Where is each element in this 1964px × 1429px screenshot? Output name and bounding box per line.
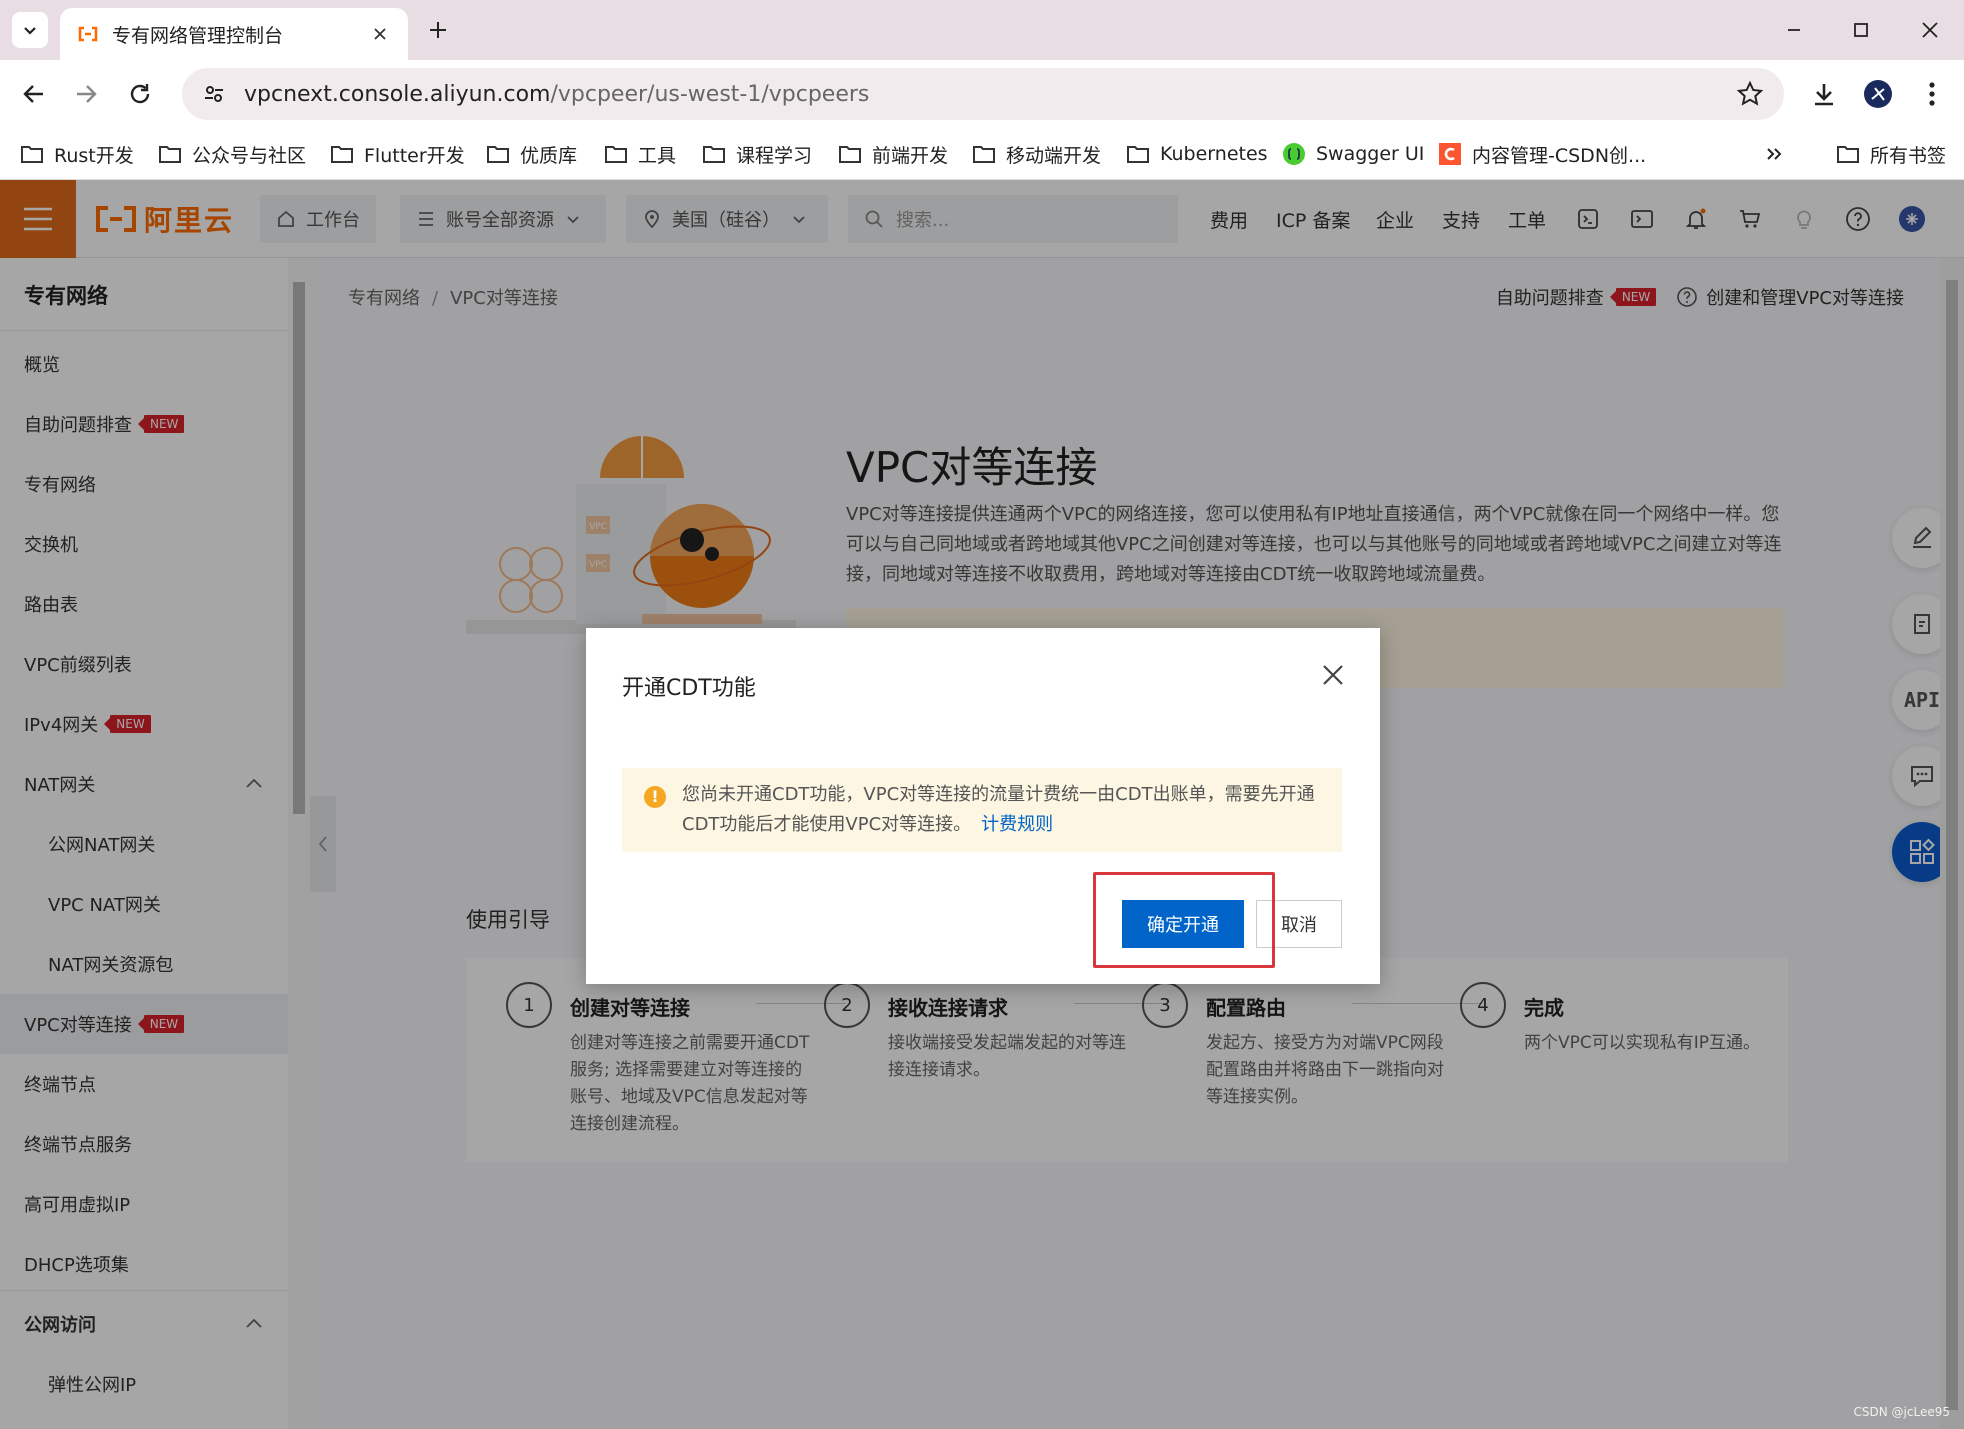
bookmark-csdn[interactable]: 内容管理-CSDN创... [1438,138,1646,170]
browser-tabstrip: 专有网络管理控制台 [0,0,1964,60]
all-bookmarks[interactable]: 所有书签 [1836,138,1946,170]
more-vertical-icon [1929,82,1935,106]
folder-icon [605,146,627,163]
maximize-button[interactable] [1845,14,1877,46]
plus-icon [430,22,446,38]
bookmarks-overflow[interactable] [1764,138,1794,170]
minimize-icon [1788,29,1800,31]
folder-icon [159,146,181,163]
folder-icon [331,146,353,163]
folder-icon [973,146,995,163]
bookmark-folder[interactable]: 移动端开发 [972,138,1101,170]
minimize-button[interactable] [1778,14,1810,46]
bookmark-swagger[interactable]: Swagger UI [1282,138,1424,170]
bookmark-folder[interactable]: 优质库 [486,138,577,170]
bookmark-star-icon[interactable] [1736,80,1764,108]
close-window-button[interactable] [1914,14,1946,46]
chevron-down-icon [24,27,36,35]
double-chevron-right-icon [1767,148,1782,160]
bookmark-folder[interactable]: Kubernetes [1126,138,1268,170]
close-icon [1323,665,1343,685]
downloads-button[interactable] [1806,76,1842,112]
tab-title: 专有网络管理控制台 [112,24,284,47]
watermark: CSDN @jcLee95 [1853,1405,1950,1419]
folder-icon [1837,146,1859,163]
warning-icon: ! [644,786,666,808]
tab-close-icon[interactable] [368,22,392,46]
arrow-left-icon [23,85,43,103]
back-button[interactable] [16,76,52,112]
folder-icon [839,146,861,163]
url-text: vpcnext.console.aliyun.com/vpcpeer/us-we… [244,81,870,107]
annotation-highlight-box [1093,872,1275,968]
dialog-title: 开通CDT功能 [622,676,756,701]
bookmark-folder[interactable]: 课程学习 [702,138,812,170]
dialog-close-button[interactable] [1316,658,1350,692]
bookmark-folder[interactable]: 工具 [604,138,676,170]
bookmarks-bar: Rust开发 公众号与社区 Flutter开发 优质库 工具 课程学习 前端开发… [0,130,1964,180]
avatar-icon [1864,80,1892,108]
folder-icon [21,146,43,163]
reload-button[interactable] [122,76,158,112]
folder-icon [703,146,725,163]
swagger-icon [1283,143,1305,165]
profile-avatar[interactable] [1860,76,1896,112]
browser-toolbar: vpcnext.console.aliyun.com/vpcpeer/us-we… [0,60,1964,130]
bookmark-folder[interactable]: 公众号与社区 [158,138,306,170]
bookmark-folder[interactable]: Rust开发 [20,138,134,170]
address-bar[interactable]: vpcnext.console.aliyun.com/vpcpeer/us-we… [182,68,1784,120]
billing-rules-link[interactable]: 计费规则 [981,814,1053,835]
new-tab-button[interactable] [424,16,452,44]
site-settings-icon[interactable] [198,78,230,110]
download-icon [1815,84,1833,106]
browser-tab-active[interactable]: 专有网络管理控制台 [60,8,408,60]
aliyun-favicon-icon [78,26,98,42]
forward-button[interactable] [68,76,104,112]
bookmark-folder[interactable]: Flutter开发 [330,138,465,170]
dialog-warning-alert: ! 您尚未开通CDT功能，VPC对等连接的流量计费统一由CDT出账单，需要先开通… [622,768,1342,852]
folder-icon [487,146,509,163]
browser-menu-button[interactable] [1914,76,1950,112]
reload-icon [130,84,150,104]
arrow-right-icon [77,85,97,103]
folder-icon [1127,146,1149,163]
bookmark-folder[interactable]: 前端开发 [838,138,948,170]
close-icon [1922,22,1938,38]
maximize-icon [1854,23,1868,37]
csdn-icon [1439,143,1461,165]
tab-search-button[interactable] [12,12,48,48]
